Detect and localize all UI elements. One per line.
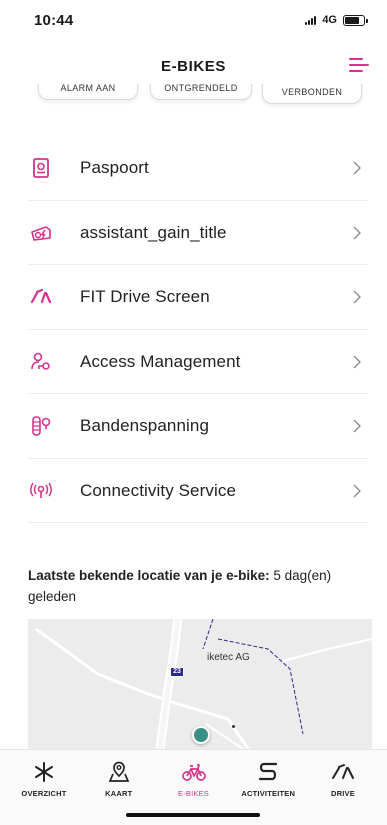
map-place-label: iketec AG xyxy=(207,652,250,663)
nav-label: KAART xyxy=(105,789,133,798)
chevron-right-icon xyxy=(353,161,361,175)
signal-icon xyxy=(305,15,317,25)
network-label: 4G xyxy=(322,14,337,26)
map-poi-dot xyxy=(232,725,235,728)
settings-menu: Paspoort assistant_gain_title FIT Drive … xyxy=(0,136,387,523)
menu-item-connectivity-service[interactable]: Connectivity Service xyxy=(0,459,387,524)
status-pill-connection[interactable]: VERBONDEN xyxy=(262,84,362,104)
bottom-navigation: OVERZICHT KAART E-BIKES ACTIVITEITEN DRI… xyxy=(0,749,387,825)
page-title: E-BIKES xyxy=(160,57,227,75)
passport-icon xyxy=(30,157,52,179)
road-badge: 23 xyxy=(170,667,184,677)
chevron-right-icon xyxy=(353,226,361,240)
menu-item-label: Connectivity Service xyxy=(80,480,237,500)
nav-label: DRIVE xyxy=(331,789,355,798)
key-user-icon xyxy=(30,351,52,373)
status-pill-lock[interactable]: ONTGRENDELD xyxy=(150,84,252,100)
menu-item-label: assistant_gain_title xyxy=(80,222,227,242)
app-header: E-BIKES xyxy=(0,48,387,84)
battery-icon xyxy=(343,14,368,26)
chevron-right-icon xyxy=(353,419,361,433)
nav-activiteiten[interactable]: ACTIVITEITEN xyxy=(234,750,302,798)
last-location-text: Laatste bekende locatie van je e-bike: 5… xyxy=(28,565,363,607)
status-indicators: 4G xyxy=(305,14,368,26)
menu-item-label: FIT Drive Screen xyxy=(80,287,210,307)
last-location-label: Laatste bekende locatie van je e-bike: xyxy=(28,568,270,583)
bike-battery-icon xyxy=(30,222,52,244)
chevron-right-icon xyxy=(353,484,361,498)
menu-icon[interactable] xyxy=(349,58,369,74)
menu-item-fit-drive-screen[interactable]: FIT Drive Screen xyxy=(0,265,387,330)
nav-overzicht[interactable]: OVERZICHT xyxy=(10,750,78,798)
status-pill-alarm[interactable]: ALARM AAN xyxy=(38,84,138,100)
menu-item-label: Access Management xyxy=(80,351,241,371)
nav-label: E-BIKES xyxy=(178,789,209,798)
route-icon xyxy=(256,761,280,783)
tire-pressure-icon xyxy=(30,415,52,437)
bike-icon xyxy=(181,761,206,783)
status-pills: ALARM AAN ONTGRENDELD VERBONDEN xyxy=(0,84,387,114)
nav-e-bikes[interactable]: E-BIKES xyxy=(160,750,228,798)
menu-item-access-management[interactable]: Access Management xyxy=(0,330,387,395)
gauge-icon xyxy=(30,286,52,308)
menu-item-label: Bandenspanning xyxy=(80,416,210,436)
overview-icon xyxy=(32,761,56,783)
location-pin[interactable] xyxy=(192,726,210,744)
map-pin-icon xyxy=(107,761,131,783)
menu-item-assistant-gain[interactable]: assistant_gain_title xyxy=(0,201,387,266)
home-indicator[interactable] xyxy=(126,813,260,817)
menu-item-bandenspanning[interactable]: Bandenspanning xyxy=(0,394,387,459)
status-time: 10:44 xyxy=(34,11,74,29)
antenna-icon xyxy=(30,480,52,502)
nav-kaart[interactable]: KAART xyxy=(85,750,153,798)
chevron-right-icon xyxy=(353,355,361,369)
menu-item-paspoort[interactable]: Paspoort xyxy=(0,136,387,201)
menu-item-label: Paspoort xyxy=(80,158,149,178)
nav-label: ACTIVITEITEN xyxy=(241,789,296,798)
nav-label: OVERZICHT xyxy=(21,789,67,798)
battery-level xyxy=(345,16,359,24)
chevron-right-icon xyxy=(353,290,361,304)
location-map[interactable]: 23 xyxy=(28,619,372,749)
status-bar: 10:44 4G xyxy=(0,0,387,40)
speedometer-icon xyxy=(331,761,355,783)
nav-drive[interactable]: DRIVE xyxy=(309,750,377,798)
